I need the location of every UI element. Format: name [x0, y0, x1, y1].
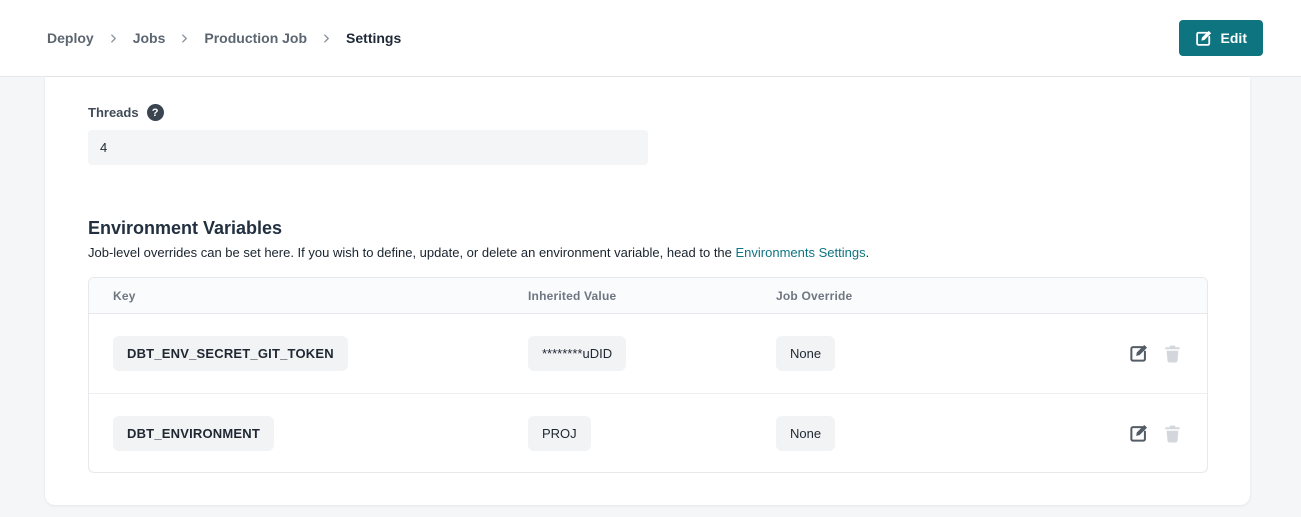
edit-button[interactable]: Edit — [1179, 20, 1263, 56]
table-header-row: Key Inherited Value Job Override — [89, 278, 1207, 314]
column-header-inherited-value: Inherited Value — [528, 289, 776, 303]
settings-panel: Threads ? 4 Environment Variables Job-le… — [45, 77, 1250, 505]
threads-label: Threads — [88, 105, 139, 120]
breadcrumb-jobs[interactable]: Jobs — [133, 30, 166, 46]
environment-variables-title: Environment Variables — [88, 218, 1208, 239]
table-row: DBT_ENVIRONMENT PROJ None — [89, 393, 1207, 472]
row-edit-button[interactable] — [1129, 344, 1148, 363]
environment-variables-table: Key Inherited Value Job Override DBT_ENV… — [88, 277, 1208, 473]
environments-settings-link[interactable]: Environments Settings — [736, 245, 866, 260]
row-edit-button[interactable] — [1129, 424, 1148, 443]
breadcrumb-deploy[interactable]: Deploy — [47, 30, 94, 46]
environment-variables-description: Job-level overrides can be set here. If … — [88, 245, 1208, 260]
column-header-job-override: Job Override — [776, 289, 1182, 303]
help-icon[interactable]: ? — [147, 104, 164, 121]
breadcrumb: Deploy Jobs Production Job Settings — [0, 30, 401, 46]
breadcrumb-settings: Settings — [346, 30, 401, 46]
chevron-right-icon — [108, 33, 119, 44]
env-var-key: DBT_ENV_SECRET_GIT_TOKEN — [113, 336, 348, 371]
env-var-job-override: None — [776, 416, 835, 451]
row-delete-button[interactable] — [1163, 424, 1182, 443]
env-var-inherited-value: ********uDID — [528, 336, 626, 371]
column-header-key: Key — [113, 289, 528, 303]
edit-pencil-icon — [1195, 30, 1212, 47]
threads-field-group: Threads ? 4 — [88, 77, 1208, 165]
env-var-inherited-value: PROJ — [528, 416, 591, 451]
edit-button-label: Edit — [1221, 30, 1247, 46]
env-var-job-override: None — [776, 336, 835, 371]
row-delete-button[interactable] — [1163, 344, 1182, 363]
description-period: . — [866, 245, 870, 260]
top-bar: Deploy Jobs Production Job Settings Edit — [0, 0, 1301, 77]
table-row: DBT_ENV_SECRET_GIT_TOKEN ********uDID No… — [89, 314, 1207, 393]
threads-input[interactable]: 4 — [88, 130, 648, 165]
breadcrumb-production-job[interactable]: Production Job — [204, 30, 307, 46]
chevron-right-icon — [321, 33, 332, 44]
description-text: Job-level overrides can be set here. If … — [88, 245, 736, 260]
env-var-key: DBT_ENVIRONMENT — [113, 416, 274, 451]
chevron-right-icon — [179, 33, 190, 44]
